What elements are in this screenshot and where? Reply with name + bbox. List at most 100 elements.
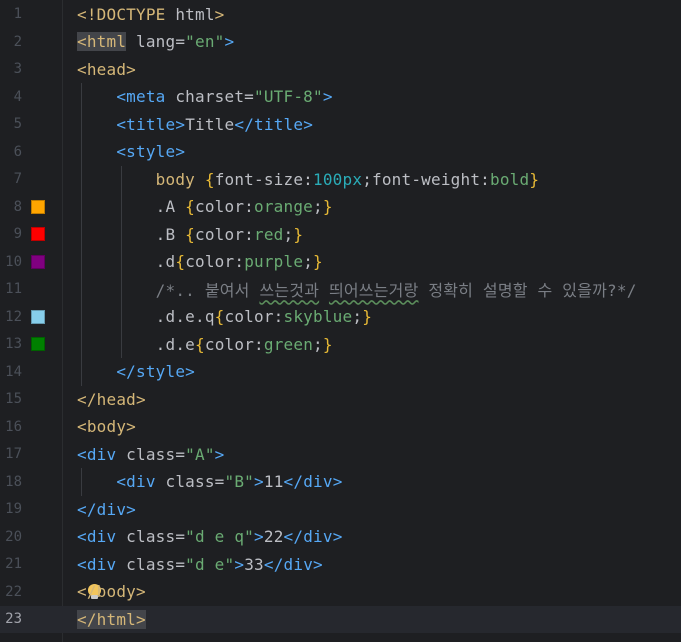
code-token: 100px — [313, 169, 363, 189]
code-line[interactable]: 3 <head> — [0, 56, 681, 84]
line-number[interactable]: 4 — [0, 89, 22, 105]
code-token: <div — [77, 444, 127, 464]
code-text[interactable]: .d.e{color:green;} — [77, 335, 333, 354]
code-text[interactable]: <div class="d e q">22</div> — [77, 527, 343, 546]
code-token: 22 — [263, 527, 284, 547]
code-text[interactable]: </head> — [77, 390, 146, 409]
code-line[interactable]: 16 <body> — [0, 413, 681, 441]
line-number[interactable]: 23 — [0, 611, 22, 627]
line-number[interactable]: 16 — [0, 419, 22, 435]
line-number[interactable]: 18 — [0, 474, 22, 490]
code-text[interactable]: <head> — [77, 60, 136, 79]
line-number[interactable]: 12 — [0, 309, 22, 325]
code-token: </div> — [77, 499, 136, 519]
code-text[interactable]: .B {color:red;} — [77, 225, 303, 244]
code-token: </head> — [77, 389, 146, 409]
code-token: 33 — [244, 554, 264, 574]
code-token: <meta — [116, 87, 176, 107]
line-number[interactable]: 14 — [0, 364, 22, 380]
line-number[interactable]: 8 — [0, 199, 22, 215]
line-number[interactable]: 21 — [0, 556, 22, 572]
code-line[interactable]: 18 <div class="B">11</div> — [0, 468, 681, 496]
code-token: </body> — [77, 582, 146, 602]
code-token: <title> — [116, 114, 186, 134]
color-swatch-icon[interactable] — [31, 254, 45, 269]
code-token: } — [529, 169, 540, 189]
code-editor[interactable]: 1 <!DOCTYPE html> 2 <html lang="en"> 3 <head>… — [0, 0, 681, 642]
code-text[interactable]: <title>Title</title> — [77, 115, 313, 134]
code-text[interactable]: <div class="B">11</div> — [77, 472, 343, 491]
code-line[interactable]: 8 .A {color:orange;} — [0, 193, 681, 221]
code-token: orange — [254, 197, 314, 217]
code-token: ; — [283, 224, 294, 244]
color-swatch-icon[interactable] — [31, 309, 45, 324]
line-number[interactable]: 7 — [0, 171, 22, 187]
code-line[interactable]: 15 </head> — [0, 386, 681, 414]
line-number[interactable]: 6 — [0, 144, 22, 160]
code-line[interactable]: 13 .d.e{color:green;} — [0, 331, 681, 359]
code-line[interactable]: 1 <!DOCTYPE html> — [0, 1, 681, 29]
code-text[interactable]: <!DOCTYPE html> — [77, 5, 225, 24]
line-number[interactable]: 2 — [0, 34, 22, 50]
color-swatch-icon[interactable] — [31, 337, 45, 352]
line-number[interactable]: 5 — [0, 116, 22, 132]
code-line[interactable]: 22 </body> — [0, 578, 681, 606]
code-token: <body> — [77, 417, 136, 437]
code-line[interactable]: 7 body {font-size:100px;font-weight:bold… — [0, 166, 681, 194]
code-token: .d.e — [155, 334, 196, 354]
code-line[interactable]: 20 <div class="d e q">22</div> — [0, 523, 681, 551]
color-swatch-icon[interactable] — [31, 227, 45, 242]
color-swatch-icon[interactable] — [31, 199, 45, 214]
code-line[interactable]: 14 </style> — [0, 358, 681, 386]
code-text[interactable]: body {font-size:100px;font-weight:bold} — [77, 170, 539, 189]
code-line[interactable]: 21 <div class="d e">33</div> — [0, 551, 681, 579]
line-number[interactable]: 13 — [0, 336, 22, 352]
line-number[interactable]: 3 — [0, 61, 22, 77]
code-text[interactable]: <html lang="en"> — [77, 32, 234, 52]
code-line[interactable]: 5 <title>Title</title> — [0, 111, 681, 139]
code-token: </html> — [77, 609, 146, 629]
indent-guide-head — [81, 83, 82, 386]
code-line[interactable]: 19 </div> — [0, 496, 681, 524]
code-text[interactable]: <body> — [77, 417, 136, 436]
line-number[interactable]: 11 — [0, 281, 22, 297]
code-token: Title — [185, 114, 235, 134]
line-number[interactable]: 20 — [0, 529, 22, 545]
code-token: /*.. 붙여서 — [155, 281, 260, 301]
code-text[interactable]: <meta charset="UTF-8"> — [77, 87, 333, 106]
code-token: class= — [126, 527, 186, 547]
code-line[interactable]: 23 </html> — [0, 605, 681, 633]
line-number[interactable]: 22 — [0, 584, 22, 600]
code-line[interactable]: 17 <div class="A"> — [0, 441, 681, 469]
code-line[interactable]: 4 <meta charset="UTF-8"> — [0, 83, 681, 111]
code-text[interactable]: <div class="d e">33</div> — [77, 555, 323, 574]
line-number[interactable]: 10 — [0, 254, 22, 270]
line-number[interactable]: 9 — [0, 226, 22, 242]
code-line[interactable]: 6 <style> — [0, 138, 681, 166]
code-text[interactable]: /*.. 붙여서 쓰는것과 띄어쓰는거랑 정확히 설명할 수 있을까?*/ — [77, 277, 637, 301]
code-token: > — [214, 4, 225, 24]
line-number[interactable]: 1 — [0, 6, 22, 22]
line-number[interactable]: 15 — [0, 391, 22, 407]
code-token: } — [313, 252, 323, 272]
code-line[interactable]: 10 .d{color:purple;} — [0, 248, 681, 276]
code-line[interactable]: 11 /*.. 붙여서 쓰는것과 띄어쓰는거랑 정확히 설명할 수 있을까?*/ — [0, 276, 681, 304]
code-text[interactable]: </html> — [77, 609, 146, 629]
code-line[interactable]: 9 .B {color:red;} — [0, 221, 681, 249]
code-text[interactable]: </body> — [77, 582, 146, 601]
code-text[interactable]: <div class="A"> — [77, 445, 225, 464]
code-line[interactable]: 12 .d.e.q{color:skyblue;} — [0, 303, 681, 331]
code-text[interactable]: .A {color:orange;} — [77, 197, 333, 216]
code-line[interactable]: 2 <html lang="en"> — [0, 28, 681, 56]
code-text[interactable]: .d{color:purple;} — [77, 252, 323, 271]
code-token: color: — [195, 224, 255, 244]
code-token: .B — [155, 224, 186, 244]
line-number[interactable]: 17 — [0, 446, 22, 462]
code-text[interactable]: </style> — [77, 362, 195, 381]
line-number[interactable]: 19 — [0, 501, 22, 517]
code-text[interactable]: </div> — [77, 500, 136, 519]
code-text[interactable]: <style> — [77, 142, 185, 161]
